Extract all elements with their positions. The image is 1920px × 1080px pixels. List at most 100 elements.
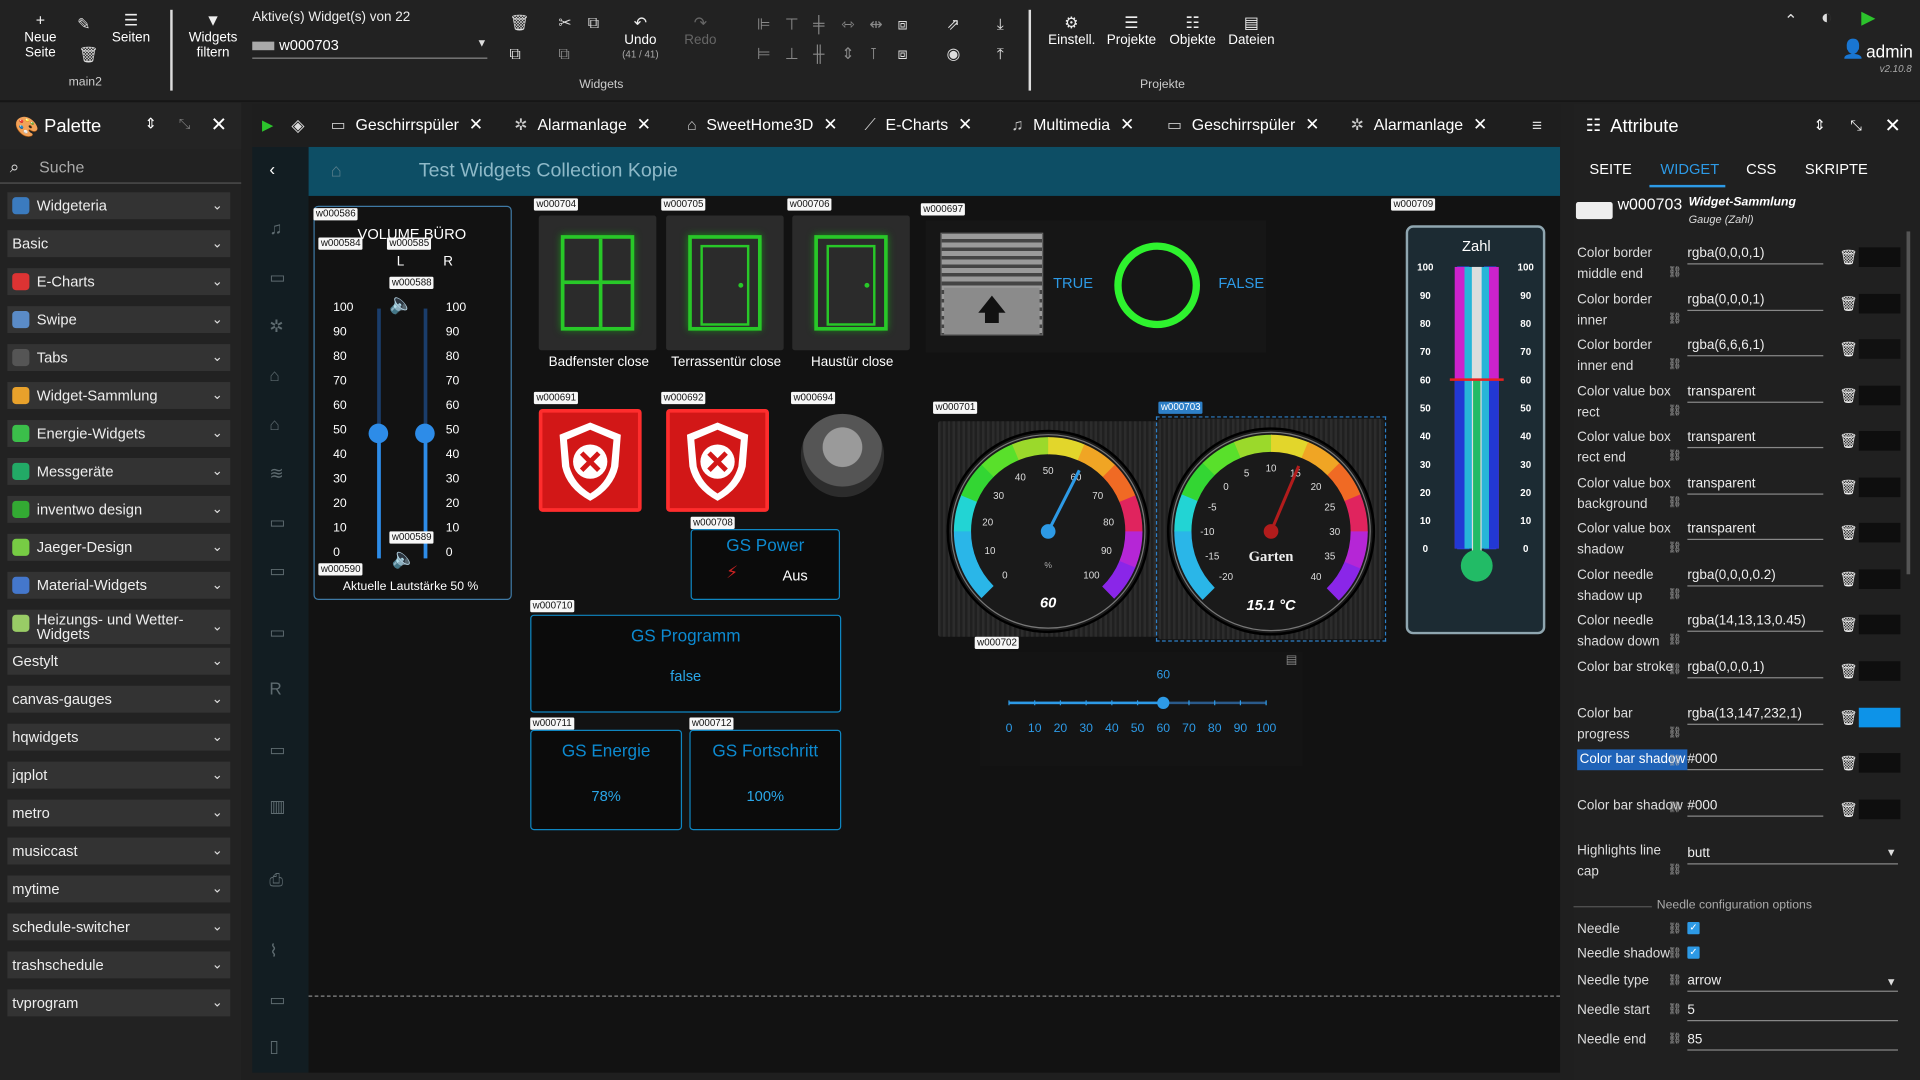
palette-category[interactable]: tvprogram ⌄ [7, 989, 231, 1017]
color-swatch[interactable] [1858, 385, 1901, 406]
palette-category[interactable]: schedule-switcher ⌄ [7, 913, 231, 941]
door-widget[interactable]: w000705 Terrassentür close [661, 198, 791, 377]
checkbox[interactable]: ✓ [1687, 922, 1700, 935]
delete-icon[interactable]: 🗑 [1839, 479, 1858, 496]
align-middle-icon[interactable]: ╫ [813, 45, 824, 62]
attribute-value[interactable]: rgba(0,0,0,1) [1687, 660, 1824, 679]
view-tab[interactable]: ⟋ E-Charts ✕ [864, 114, 972, 135]
link-icon[interactable]: ⛓ [1668, 496, 1682, 509]
settings-icon[interactable]: ▤ [1286, 654, 1298, 667]
palette-category[interactable]: Basic ⌄ [7, 230, 231, 258]
scrollbar[interactable] [1906, 231, 1911, 575]
tab-seite[interactable]: SEITE [1589, 160, 1631, 177]
delete-icon[interactable]: 🗑 [1839, 432, 1858, 449]
close-icon[interactable]: ✕ [637, 114, 651, 134]
color-swatch[interactable] [1858, 614, 1901, 635]
delete-icon[interactable]: 🗑 [1839, 662, 1858, 679]
palette-category[interactable]: Widgeteria ⌄ [7, 192, 231, 220]
link-icon[interactable]: ⛓ [1668, 863, 1682, 876]
shutter-widget[interactable]: w000697 🡅 TRUE FALSE [920, 203, 1267, 353]
view-tab[interactable]: ▭ Geschirrspüler ✕ [331, 114, 484, 135]
edit-page-icon[interactable]: ✎ [77, 15, 90, 33]
color-swatch[interactable] [1858, 661, 1901, 681]
palette-category[interactable]: Jaeger-Design ⌄ [7, 533, 231, 561]
palette-category[interactable]: inventwo design ⌄ [7, 495, 231, 523]
color-swatch[interactable] [1858, 339, 1901, 359]
attribute-value[interactable]: transparent [1687, 430, 1824, 449]
gauge-temperature-widget[interactable]: w000703 -20-15-10-50510152025303540Garte… [1153, 401, 1388, 647]
distribute-h-icon[interactable]: ⇿ [841, 15, 854, 33]
gauge-percent-widget[interactable]: w000701 0102030405060708090100%60 [933, 401, 1159, 640]
undo-button[interactable]: ↶ Undo (41 / 41) [620, 12, 662, 62]
palette-category[interactable]: Material-Widgets ⌄ [7, 571, 231, 599]
attribute-value[interactable]: 5 [1687, 1003, 1898, 1022]
palette-category[interactable]: Gestylt ⌄ [7, 647, 231, 675]
preview-eye-icon[interactable]: ◉ [947, 45, 961, 62]
palette-category[interactable]: metro ⌄ [7, 799, 231, 827]
settings-button[interactable]: ⚙ Einstell. [1048, 12, 1095, 47]
gs-energie-widget[interactable]: w000711 GS Energie 78% [530, 717, 683, 831]
align-left-icon[interactable]: ⊫ [757, 15, 771, 33]
close-icon[interactable]: ✕ [1305, 114, 1319, 134]
collapse-all-icon[interactable]: ⤡ [179, 115, 191, 133]
back-chevron-icon[interactable]: ‹ [269, 159, 275, 179]
color-swatch[interactable] [1858, 247, 1901, 267]
color-swatch[interactable] [1858, 431, 1901, 451]
view-tab[interactable]: ✲ Alarmanlage ✕ [1351, 114, 1488, 135]
delete-page-icon[interactable]: 🗑 [78, 46, 98, 64]
ungroup-icon[interactable]: ⧈ [898, 45, 908, 62]
palette-category[interactable]: Heizungs- und Wetter- Widgets ⌄ [7, 609, 231, 645]
attribute-value[interactable]: arrow [1687, 973, 1898, 992]
palette-search[interactable]: ⌕ Suche [0, 152, 242, 184]
import-icon[interactable]: ⤓ [997, 15, 1004, 33]
same-size-icon[interactable]: ⊺ [869, 45, 877, 62]
attribute-value[interactable]: #000 [1687, 798, 1824, 817]
attribute-value[interactable]: rgba(14,13,13,0.45) [1687, 613, 1824, 632]
link-icon[interactable]: ⛓ [1668, 922, 1682, 935]
close-icon[interactable]: ✕ [1120, 114, 1134, 134]
speaker-icon[interactable]: 🔈 [389, 291, 413, 315]
radiator-icon[interactable]: ▥ [269, 796, 285, 817]
link-icon[interactable]: ⛓ [1668, 266, 1682, 279]
r-icon[interactable]: R [269, 678, 281, 698]
volume-widget[interactable]: w000586 VOLUME BÜRO w000584 w000585 L R … [313, 205, 512, 601]
palette-category[interactable]: Swipe ⌄ [7, 306, 231, 334]
link-icon[interactable]: ⛓ [1668, 312, 1682, 325]
volume-slider-left[interactable] [368, 308, 389, 559]
attribute-value[interactable]: #000 [1687, 752, 1824, 771]
chevron-up-icon[interactable]: ⌃ [1784, 12, 1797, 29]
link-icon[interactable]: ⛓ [1668, 973, 1682, 986]
delete-icon[interactable]: 🗑 [1839, 616, 1858, 633]
play-icon[interactable]: ▶ [262, 116, 273, 133]
link-icon[interactable]: ⛓ [1668, 1003, 1682, 1016]
color-swatch[interactable] [1858, 522, 1901, 543]
palette-category[interactable]: trashschedule ⌄ [7, 951, 231, 979]
attribute-value[interactable]: transparent [1687, 476, 1824, 495]
delete-icon[interactable]: 🗑 [1839, 801, 1858, 818]
palette-category[interactable]: Widget-Sammlung ⌄ [7, 382, 231, 409]
pages-button[interactable]: ☰ Seiten [110, 10, 152, 45]
view-tab[interactable]: ⌂ SweetHome3D ✕ [687, 114, 838, 135]
distribute-icon[interactable]: ⇹ [869, 15, 882, 33]
expand-icon[interactable]: ⇕ [1813, 116, 1825, 133]
attribute-value[interactable]: rgba(6,6,6,1) [1687, 338, 1824, 357]
theme-icon[interactable]: ◐ [1821, 8, 1833, 28]
attribute-value[interactable]: butt [1687, 846, 1898, 865]
widget-icon[interactable]: ▭ [269, 561, 285, 582]
color-swatch[interactable] [1858, 293, 1901, 314]
align-bottom-icon[interactable]: ⊥ [785, 45, 799, 62]
export-icon[interactable]: ⤒ [997, 45, 1004, 62]
gs-power-widget[interactable]: w000708 GS Power ⚡ Aus [690, 516, 841, 601]
alarm-shield-widget[interactable]: w000691 [533, 391, 647, 514]
color-swatch[interactable] [1858, 477, 1901, 498]
align-center-icon[interactable]: ╪ [813, 15, 824, 33]
alarm-icon[interactable]: ✲ [269, 316, 283, 337]
slider-thumb[interactable] [1157, 696, 1170, 709]
widget-icon[interactable]: ▭ [269, 989, 285, 1010]
volume-slider-right[interactable] [415, 308, 435, 559]
color-swatch[interactable] [1858, 753, 1901, 773]
distribute-v-icon[interactable]: ⇕ [841, 45, 854, 62]
close-icon[interactable]: ✕ [469, 114, 483, 134]
palette-category[interactable]: musiccast ⌄ [7, 837, 231, 865]
alarm-shield-widget[interactable]: w000692 [661, 391, 774, 514]
